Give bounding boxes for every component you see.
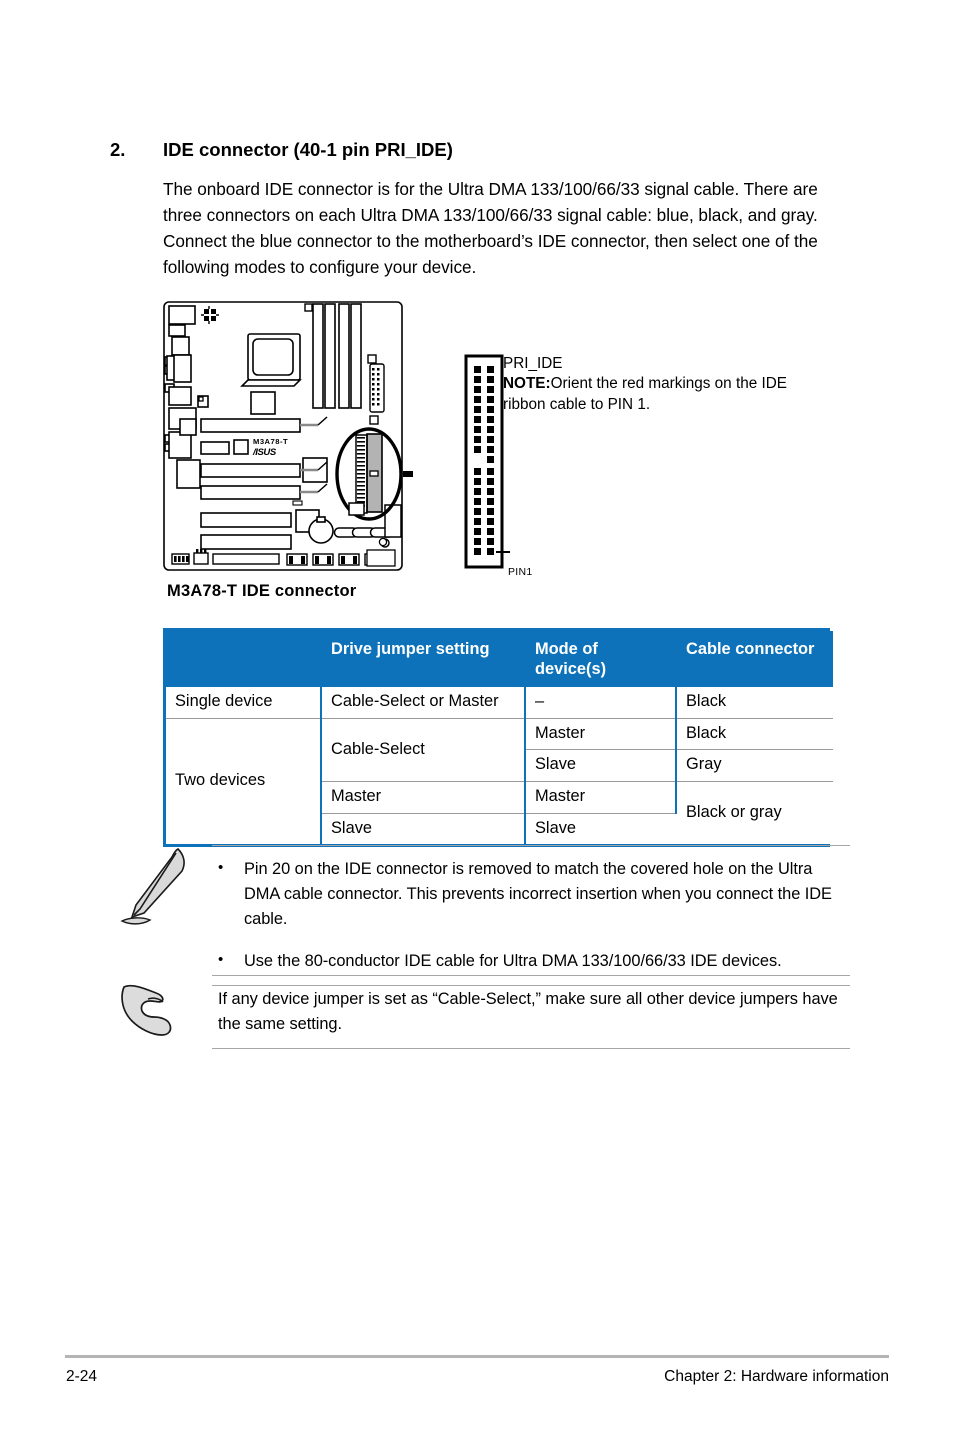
cell-device: Two devices <box>166 718 322 845</box>
pen-note-icon <box>110 845 212 932</box>
page-title: IDE connector (40-1 pin PRI_IDE) <box>163 139 453 160</box>
section-paragraph: The onboard IDE connector is for the Ult… <box>163 179 818 278</box>
manual-page: 2. IDE connector (40-1 pin PRI_IDE) The … <box>0 0 954 1438</box>
footer-chapter: Chapter 2: Hardware information <box>664 1368 889 1385</box>
note-text: Use the 80-conductor IDE cable for Ultra… <box>244 952 782 971</box>
ide-connector-highlight <box>335 427 403 521</box>
cell-cable: Black or gray <box>676 781 833 845</box>
section-heading: 2. IDE connector (40-1 pin PRI_IDE) <box>110 138 850 161</box>
drive-configuration-table: Drive jumper setting Mode of device(s) C… <box>163 628 833 848</box>
cell-mode: Master <box>525 781 677 814</box>
cell-jumper: Cable-Select or Master <box>321 687 526 719</box>
page-number: 2-24 <box>66 1368 98 1385</box>
note-body: If any device jumper is set as “Cable-Se… <box>212 975 850 1049</box>
cell-mode: Slave <box>525 749 677 783</box>
table-header-row: Drive jumper setting Mode of device(s) C… <box>166 631 833 687</box>
bullet-icon: • <box>218 951 224 969</box>
figure-ide-connector: M3A78-T /ISUS PRI_IDE NOTE:Orient the re… <box>163 292 853 612</box>
list-item: • Pin 20 on the IDE connector is removed… <box>212 857 850 931</box>
footer-divider <box>65 1355 889 1358</box>
cell-device: Single device <box>166 687 322 719</box>
note-text: If any device jumper is set as “Cable-Se… <box>218 990 838 1033</box>
table-row: Two devices Cable-Select Master Black <box>166 718 833 845</box>
note-text: Pin 20 on the IDE connector is removed t… <box>244 860 832 928</box>
svg-text:/ISUS: /ISUS <box>252 447 277 458</box>
callout-arrow <box>403 471 413 477</box>
cell-mode: Slave <box>525 813 676 845</box>
col-header-jumper: Drive jumper setting <box>321 631 526 687</box>
list-item: • Use the 80-conductor IDE cable for Ult… <box>212 949 850 974</box>
section-number: 2. <box>110 139 126 160</box>
col-header-cable: Cable connector <box>676 631 833 687</box>
figure-caption: M3A78-T IDE connector <box>167 582 357 600</box>
cell-mode: – <box>525 687 677 719</box>
connector-callout: PRI_IDE NOTE:Orient the red markings on … <box>503 354 823 415</box>
pin1-label: PIN1 <box>508 566 533 578</box>
note-label: NOTE: <box>503 375 551 393</box>
col-header-mode: Mode of device(s) <box>525 631 677 687</box>
bullet-icon: • <box>218 859 224 877</box>
connector-name: PRI_IDE <box>503 355 563 372</box>
cell-mode: Master <box>525 718 677 751</box>
asus-logo-silkscreen: /ISUS <box>252 447 277 458</box>
pointing-hand-icon <box>110 975 212 1052</box>
cell-jumper: Slave <box>321 813 526 845</box>
cell-jumper: Master <box>321 781 526 814</box>
cell-cable: Gray <box>676 749 833 783</box>
motherboard-diagram: M3A78-T /ISUS <box>163 301 413 571</box>
cell-cable: Black <box>676 687 833 719</box>
divider <box>212 1047 850 1049</box>
col-header-device <box>166 631 322 687</box>
note-block-caution: If any device jumper is set as “Cable-Se… <box>110 975 850 1052</box>
table-row: Single device Cable-Select or Master – B… <box>166 687 833 719</box>
cell-jumper: Cable-Select <box>321 718 526 783</box>
board-model-silkscreen: M3A78-T <box>253 437 288 446</box>
note-block-tips: • Pin 20 on the IDE connector is removed… <box>110 845 850 987</box>
cell-cable: Black <box>676 718 833 751</box>
note-body: • Pin 20 on the IDE connector is removed… <box>212 845 850 987</box>
